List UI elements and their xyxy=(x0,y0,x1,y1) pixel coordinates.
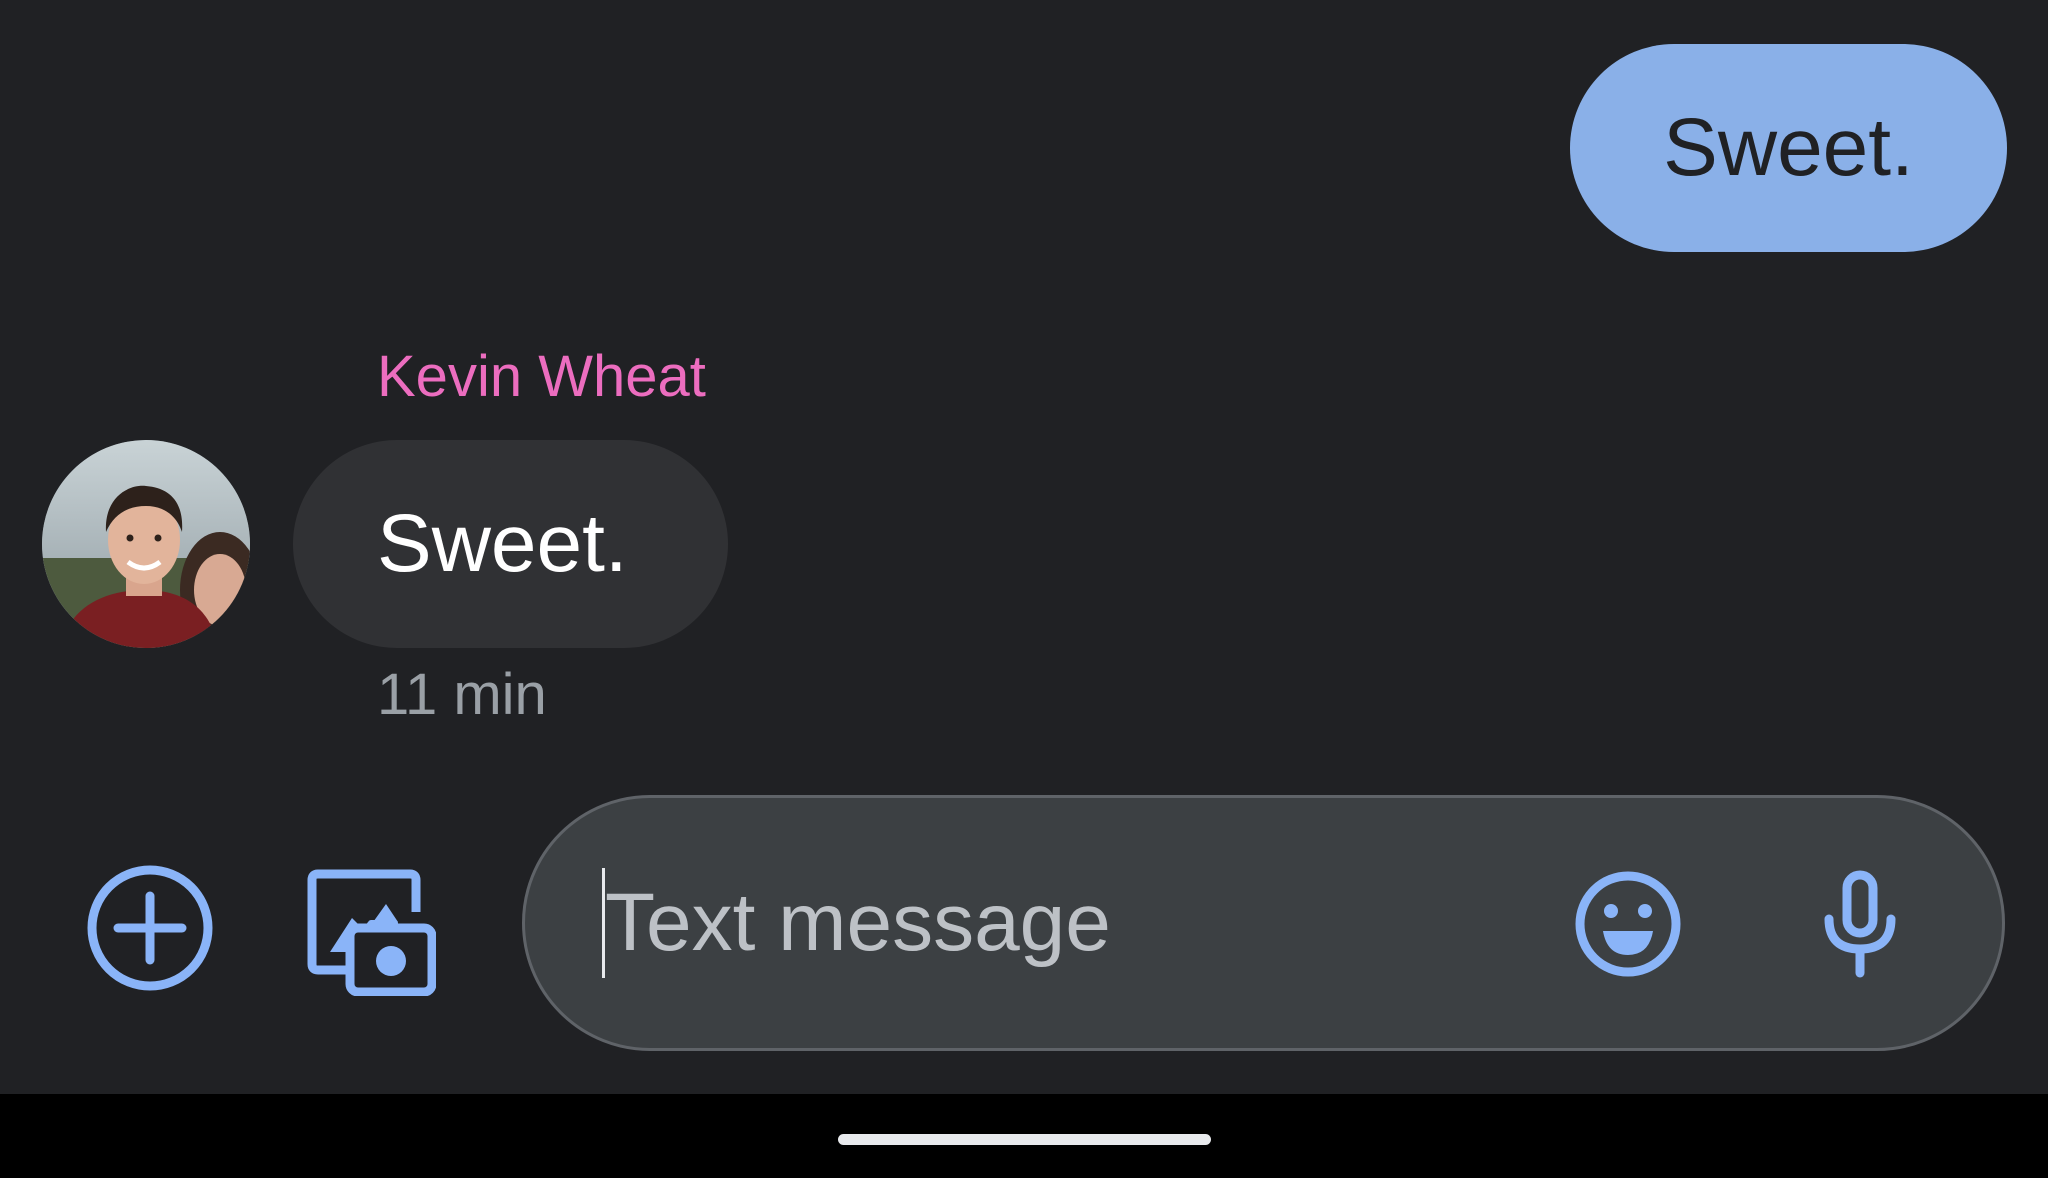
message-input[interactable] xyxy=(605,798,1505,1048)
avatar[interactable] xyxy=(42,440,250,648)
gallery-camera-icon xyxy=(307,869,436,996)
emoji-button[interactable] xyxy=(1570,866,1686,982)
sender-name: Kevin Wheat xyxy=(377,344,706,409)
attach-button[interactable] xyxy=(80,858,220,998)
system-nav-bar xyxy=(0,1094,2048,1178)
messages-screen: Sweet. Kevin Wheat Sweet. 11 min Text me… xyxy=(0,0,2048,1178)
microphone-icon xyxy=(1824,870,1896,978)
home-handle[interactable] xyxy=(838,1134,1211,1145)
incoming-message-text: Sweet. xyxy=(377,498,628,589)
message-timestamp: 11 min xyxy=(377,662,547,727)
plus-circle-icon xyxy=(87,865,213,991)
voice-button[interactable] xyxy=(1802,866,1918,982)
smiley-icon xyxy=(1575,871,1681,977)
outgoing-message-bubble[interactable]: Sweet. xyxy=(1570,44,2007,252)
outgoing-message-text: Sweet. xyxy=(1663,102,1914,193)
contact-photo-icon xyxy=(42,440,250,648)
compose-field[interactable] xyxy=(522,795,2005,1051)
gallery-button[interactable] xyxy=(296,856,446,1006)
incoming-message-bubble[interactable]: Sweet. xyxy=(293,440,728,648)
